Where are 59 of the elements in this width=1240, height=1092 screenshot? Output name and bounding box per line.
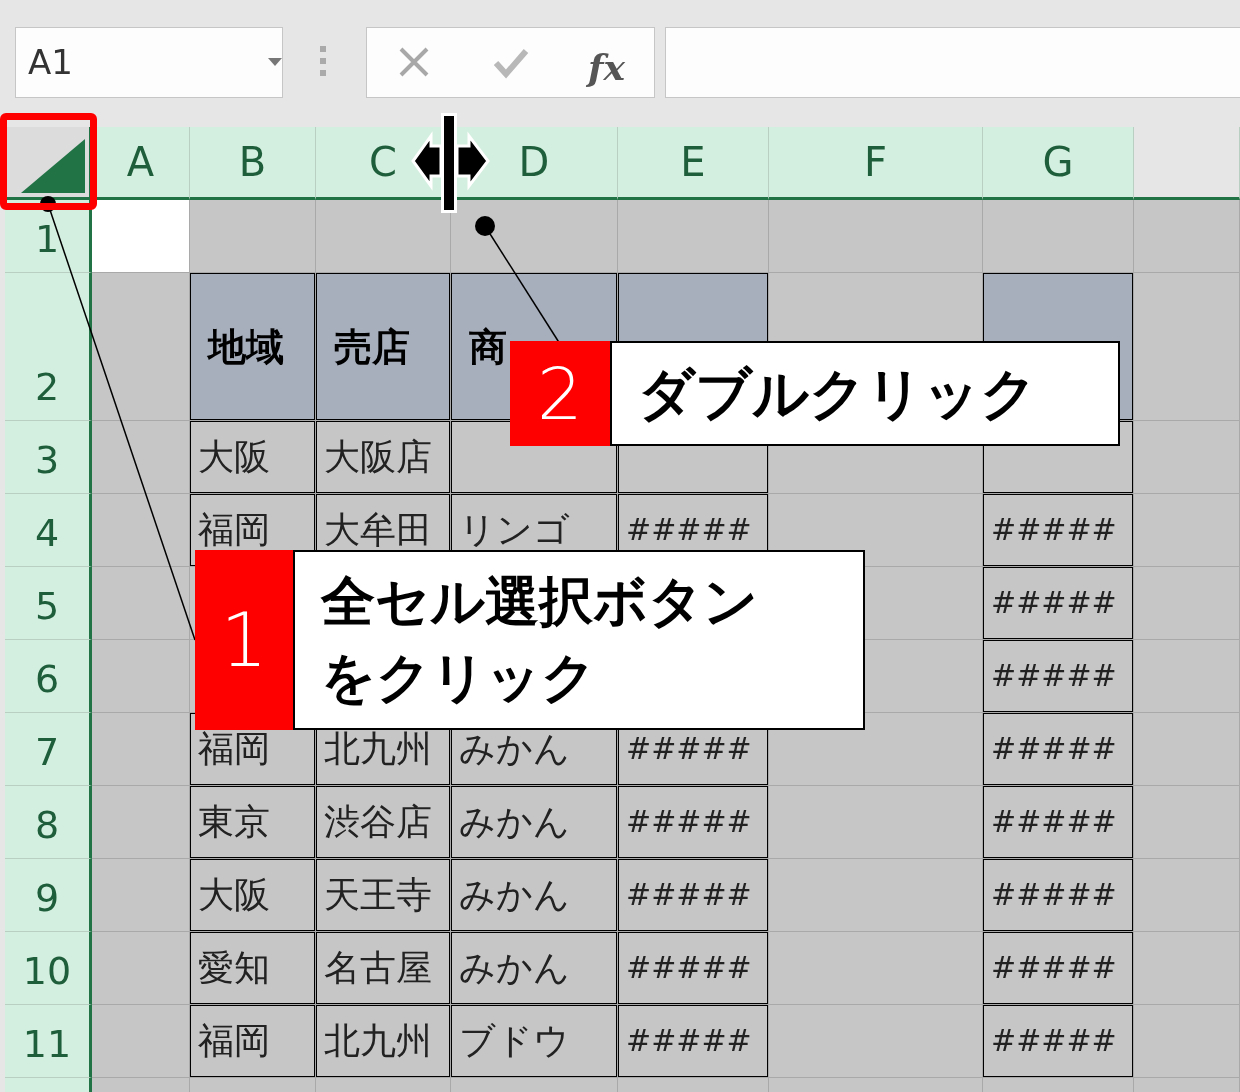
table-cell: 大阪 — [190, 859, 316, 932]
column-header[interactable]: E — [618, 127, 769, 200]
row-header[interactable]: 6 — [5, 640, 92, 713]
table-cell: ##### — [618, 1005, 769, 1078]
row-header[interactable]: 3 — [5, 421, 92, 494]
row-header[interactable]: 10 — [5, 932, 92, 1005]
formula-input[interactable] — [665, 27, 1240, 98]
row-header[interactable]: 7 — [5, 713, 92, 786]
callout-text: をクリック — [321, 645, 597, 711]
row-header[interactable]: 9 — [5, 859, 92, 932]
checkmark-icon[interactable] — [493, 47, 529, 79]
column-resize-cursor-icon — [411, 112, 491, 214]
table-cell: 愛知 — [190, 932, 316, 1005]
table-cell: 東京 — [190, 786, 316, 859]
table-cell: ##### — [983, 567, 1134, 640]
active-cell[interactable] — [92, 200, 190, 273]
table-cell: 名古屋 — [316, 932, 451, 1005]
table-cell: 北九州 — [316, 1005, 451, 1078]
table-cell: ##### — [983, 786, 1134, 859]
table-cell: ##### — [983, 1005, 1134, 1078]
table-cell: みかん — [451, 786, 618, 859]
row-header[interactable]: 8 — [5, 786, 92, 859]
name-box[interactable]: A1 — [15, 27, 283, 98]
table-cell: ##### — [618, 786, 769, 859]
table-cell: 大阪 — [190, 421, 316, 494]
table-cell: 天王寺 — [316, 859, 451, 932]
table-cell: みかん — [451, 932, 618, 1005]
step-number: 1 — [195, 550, 293, 730]
column-title-cell: 地域 — [190, 273, 316, 421]
table-cell: みかん — [451, 859, 618, 932]
row-header[interactable]: 5 — [5, 567, 92, 640]
cell-reference: A1 — [28, 41, 73, 84]
callout-text: 全セル選択ボタン — [321, 569, 759, 635]
callout-text: ダブルクリック — [638, 359, 1038, 428]
column-header[interactable]: B — [190, 127, 316, 200]
table-cell: 福岡 — [190, 1005, 316, 1078]
table-cell: ##### — [983, 859, 1134, 932]
row-header[interactable]: 2 — [5, 273, 92, 421]
row-header[interactable]: 4 — [5, 494, 92, 567]
select-all-button[interactable] — [5, 127, 92, 200]
table-cell: ##### — [983, 713, 1134, 786]
column-header[interactable]: G — [983, 127, 1134, 200]
insert-function-button[interactable]: fx — [588, 40, 625, 94]
step-number: 2 — [510, 341, 610, 446]
dropdown-caret-icon[interactable] — [268, 58, 282, 66]
table-cell: 大阪店 — [316, 421, 451, 494]
column-header[interactable] — [1134, 127, 1240, 200]
table-cell: ブドウ — [451, 1005, 618, 1078]
table-cell: ##### — [983, 640, 1134, 713]
column-title-cell: 売店 — [316, 273, 451, 421]
table-cell: ##### — [983, 494, 1134, 567]
table-cell: ##### — [618, 859, 769, 932]
row-header[interactable]: 11 — [5, 1005, 92, 1078]
close-icon[interactable] — [398, 46, 430, 78]
grip-icon — [319, 46, 327, 76]
table-cell: ##### — [618, 932, 769, 1005]
column-header[interactable]: F — [769, 127, 983, 200]
table-cell: 渋谷店 — [316, 786, 451, 859]
table-cell: ##### — [983, 932, 1134, 1005]
